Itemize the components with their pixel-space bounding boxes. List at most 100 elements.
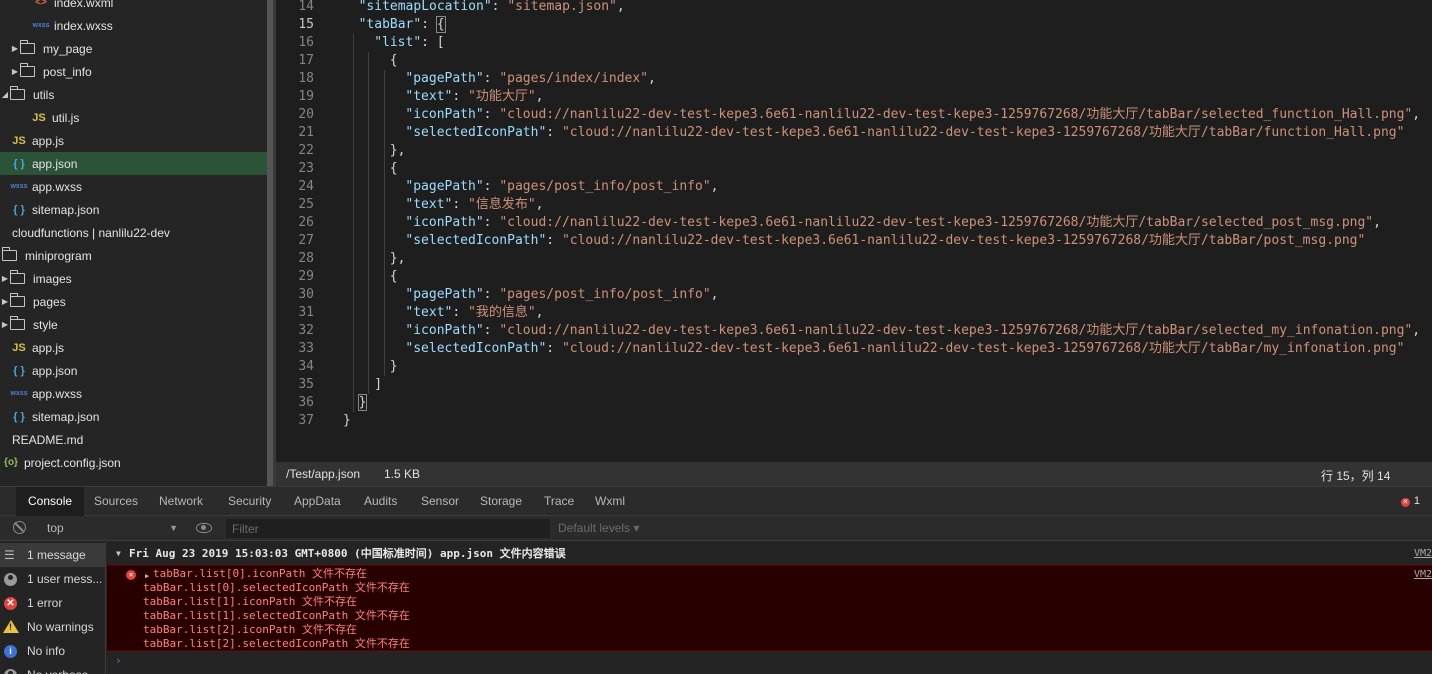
- tree-item-label: post_info: [43, 64, 92, 79]
- tab-console[interactable]: Console: [16, 487, 85, 516]
- code-line[interactable]: 29 {: [276, 268, 1432, 286]
- code-line[interactable]: 21 "selectedIconPath": "cloud://nanlilu22…: [276, 124, 1432, 142]
- expand-triangle-icon[interactable]: ▼: [116, 545, 121, 562]
- tree-item[interactable]: {o} project.config.json: [0, 451, 267, 474]
- tab-sensor[interactable]: Sensor: [421, 487, 459, 516]
- tree-item[interactable]: ▶ pages: [0, 290, 267, 313]
- tree-item-label: pages: [33, 294, 66, 309]
- tree-item[interactable]: { } app.json: [0, 359, 267, 382]
- tree-item[interactable]: cloudfunctions | nanlilu22-dev: [0, 221, 267, 244]
- tab-sources[interactable]: Sources: [94, 487, 138, 516]
- chevron-right-icon[interactable]: ▶: [10, 67, 20, 76]
- code-line[interactable]: 16 "list": [: [276, 34, 1432, 52]
- json-punctuation: ,: [535, 89, 544, 104]
- console-filter-item[interactable]: i No info: [0, 639, 105, 663]
- code-text: {: [390, 268, 398, 286]
- tree-item[interactable]: ▶ my_page: [0, 37, 267, 60]
- code-line[interactable]: 25 "text": "信息发布",: [276, 196, 1432, 214]
- json-punctuation: ,: [648, 71, 656, 86]
- code-line[interactable]: 33 "selectedIconPath": "cloud://nanlilu22…: [276, 340, 1432, 358]
- code-line[interactable]: 34}: [276, 358, 1432, 376]
- tab-trace[interactable]: Trace: [544, 487, 574, 516]
- code-line[interactable]: 19 "text": "功能大厅",: [276, 88, 1432, 106]
- json-string: "cloud://nanlilu22-dev-test-kepe3.6e61-n…: [561, 125, 1405, 140]
- code-line[interactable]: 27 "selectedIconPath": "cloud://nanlilu22…: [276, 232, 1432, 250]
- console-filter-item[interactable]: ✕ 1 error: [0, 591, 105, 615]
- code-line[interactable]: 20 "iconPath": "cloud://nanlilu22-dev-tes…: [276, 106, 1432, 124]
- console-filter-item[interactable]: 1 message: [0, 543, 105, 567]
- console-filter-item[interactable]: No verbose: [0, 663, 105, 674]
- tree-item-label: app.json: [32, 156, 78, 171]
- tab-wxml[interactable]: Wxml: [595, 487, 625, 516]
- tree-item[interactable]: JS app.js: [0, 129, 267, 152]
- line-number: 15: [298, 17, 314, 32]
- code-line[interactable]: 37}: [276, 412, 1432, 430]
- tab-audits[interactable]: Audits: [364, 487, 397, 516]
- tab-network[interactable]: Network: [159, 487, 203, 516]
- status-file-size: 1.5 KB: [384, 467, 421, 481]
- chevron-right-icon[interactable]: ▶: [0, 320, 10, 329]
- error-counter[interactable]: ✕ 1: [1400, 495, 1420, 507]
- console-group-header[interactable]: ▼ Fri Aug 23 2019 15:03:03 GMT+0800 (中国标…: [107, 545, 1432, 562]
- tab-security[interactable]: Security: [228, 487, 271, 516]
- tree-item[interactable]: wxss app.wxss: [0, 382, 267, 405]
- code-line[interactable]: 14 "sitemapLocation": "sitemap.json",: [276, 0, 1432, 16]
- chevron-right-icon[interactable]: ▶: [0, 297, 10, 306]
- tree-item-label: app.js: [32, 133, 65, 148]
- code-line[interactable]: 24 "pagePath": "pages/post_info/post_info…: [276, 178, 1432, 196]
- eye-icon[interactable]: [196, 523, 212, 533]
- json-punctuation: :: [483, 179, 500, 194]
- user-icon: [4, 573, 17, 586]
- code-line[interactable]: 23 {: [276, 160, 1432, 178]
- error-icon: ✕: [126, 570, 136, 580]
- code-line[interactable]: 31 "text": "我的信息",: [276, 304, 1432, 322]
- tree-item[interactable]: miniprogram: [0, 244, 267, 267]
- tree-item[interactable]: README.md: [0, 428, 267, 451]
- code-editor[interactable]: 13},14"sitemapLocation": "sitemap.json",…: [276, 0, 1432, 462]
- tree-item[interactable]: ◢ utils: [0, 83, 267, 106]
- wxss-file-icon: wxss: [10, 183, 28, 190]
- console-prompt[interactable]: ›: [115, 654, 122, 667]
- filter-input[interactable]: [226, 519, 550, 538]
- context-select[interactable]: top ▼: [40, 518, 182, 538]
- console-filter-item[interactable]: 1 user mess...: [0, 567, 105, 591]
- code-line[interactable]: 15 "tabBar": {: [276, 16, 1432, 34]
- clear-console-icon[interactable]: [13, 521, 26, 534]
- folder-icon: [9, 86, 25, 100]
- json-string: "信息发布": [468, 197, 536, 212]
- tree-item[interactable]: JS app.js: [0, 336, 267, 359]
- code-line[interactable]: 26 "iconPath": "cloud://nanlilu22-dev-tes…: [276, 214, 1432, 232]
- tab-storage[interactable]: Storage: [480, 487, 522, 516]
- log-levels-dropdown[interactable]: Default levels ▾: [558, 521, 639, 535]
- code-line[interactable]: 35]: [276, 376, 1432, 394]
- tree-item-label: project.config.json: [24, 455, 121, 470]
- chevron-right-icon[interactable]: ▶: [10, 44, 20, 53]
- tree-item[interactable]: { } sitemap.json: [0, 198, 267, 221]
- tree-item[interactable]: ▶ style: [0, 313, 267, 336]
- code-line[interactable]: 28},: [276, 250, 1432, 268]
- tab-appdata[interactable]: AppData: [294, 487, 341, 516]
- code-line[interactable]: 17 {: [276, 52, 1432, 70]
- code-line[interactable]: 36}: [276, 394, 1432, 412]
- tree-item[interactable]: ▶ post_info: [0, 60, 267, 83]
- sidebar-resize-handle[interactable]: [267, 0, 276, 486]
- tree-item[interactable]: { } app.json: [0, 152, 267, 175]
- code-line[interactable]: 22},: [276, 142, 1432, 160]
- error-icon: ✕: [1400, 498, 1410, 507]
- code-line[interactable]: 30 "pagePath": "pages/post_info/post_info…: [276, 286, 1432, 304]
- status-cursor-position[interactable]: 行 15，列 14: [1321, 467, 1390, 484]
- code-line[interactable]: 18 "pagePath": "pages/index/index",: [276, 70, 1432, 88]
- tree-item[interactable]: { } sitemap.json: [0, 405, 267, 428]
- tree-item[interactable]: JS util.js: [0, 106, 267, 129]
- tree-item[interactable]: <> index.wxml: [0, 0, 267, 14]
- code-line[interactable]: 32 "iconPath": "cloud://nanlilu22-dev-tes…: [276, 322, 1432, 340]
- chevron-right-icon[interactable]: ▶: [0, 274, 10, 283]
- source-link[interactable]: VM2: [1414, 545, 1432, 562]
- chevron-down-icon[interactable]: ◢: [0, 90, 10, 99]
- tree-item[interactable]: wxss app.wxss: [0, 175, 267, 198]
- tree-item-label: app.wxss: [32, 179, 83, 194]
- tree-item[interactable]: ▶ images: [0, 267, 267, 290]
- console-filter-item[interactable]: No warnings: [0, 615, 105, 639]
- source-link[interactable]: VM2: [1414, 569, 1432, 580]
- tree-item[interactable]: wxss index.wxss: [0, 14, 267, 37]
